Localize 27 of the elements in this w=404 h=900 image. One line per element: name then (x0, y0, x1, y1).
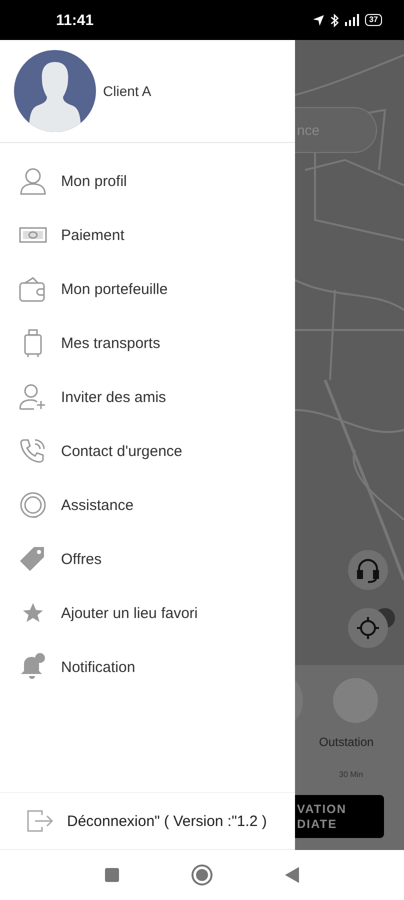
ride-option-label: Outstation (319, 735, 374, 749)
bluetooth-icon (330, 14, 340, 26)
menu-item[interactable]: Contact d'urgence (0, 424, 295, 478)
menu-item[interactable]: Mon portefeuille (0, 262, 295, 316)
crosshair-icon (356, 616, 380, 640)
menu-item[interactable]: Offres (0, 532, 295, 586)
battery-level: 37 (365, 14, 382, 26)
menu-item[interactable]: Mes transports (0, 316, 295, 370)
menu-item[interactable]: Inviter des amis (0, 370, 295, 424)
logout-icon (25, 808, 55, 834)
headset-icon (355, 557, 381, 583)
menu-item[interactable]: Notification (0, 640, 295, 694)
menu-item[interactable]: Assistance (0, 478, 295, 532)
add-person-icon (18, 382, 48, 412)
menu-item[interactable]: Ajouter un lieu favori (0, 586, 295, 640)
book-button[interactable]: VATION DIATE (295, 795, 384, 838)
clock-time: 11:41 (56, 12, 94, 28)
user-name: Client A (103, 83, 152, 99)
person-icon (18, 166, 48, 196)
menu-item[interactable]: Mon profil (0, 154, 295, 208)
location-arrow-icon (312, 14, 326, 26)
back-icon[interactable] (285, 867, 299, 883)
signal-icon (344, 14, 360, 26)
wallet-icon (18, 274, 48, 304)
menu-item[interactable]: Paiement (0, 208, 295, 262)
home-icon[interactable] (191, 864, 213, 886)
ride-eta: 30 Min (339, 770, 364, 779)
